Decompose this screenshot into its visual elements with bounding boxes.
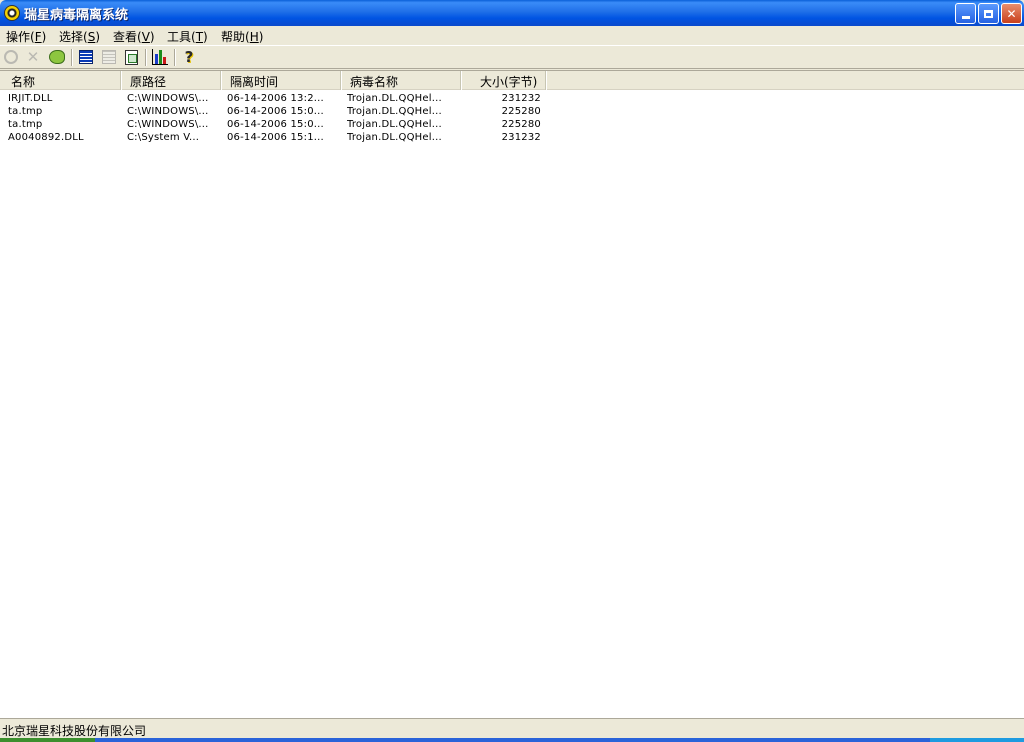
document-view-button[interactable] — [122, 48, 140, 66]
list-view-icon — [102, 50, 116, 64]
document-view-icon — [124, 49, 138, 65]
cell-path: C:\WINDOWS\... — [127, 119, 209, 130]
restore-file-icon — [49, 50, 65, 64]
menu-help-label: 帮助 — [221, 30, 246, 44]
cell-virus: Trojan.DL.QQHel... — [347, 119, 442, 130]
cell-name: IRJIT.DLL — [8, 93, 53, 104]
menu-operate-label: 操作 — [6, 30, 31, 44]
menu-operate-accel: F — [34, 30, 42, 44]
cell-size: 231232 — [501, 132, 541, 143]
menu-operate[interactable]: 操作(F) — [6, 28, 46, 45]
restore-circle-icon — [4, 50, 18, 64]
delete-x-icon: ✕ — [26, 47, 40, 66]
col-header-time[interactable]: 隔离时间 — [221, 71, 341, 90]
cell-size: 231232 — [501, 93, 541, 104]
menu-tools-accel: T — [195, 30, 204, 44]
toolbar: ✕ ? — [0, 45, 1024, 69]
menu-bar: 操作(F) 选择(S) 查看(V) 工具(T) 帮助(H) — [0, 26, 1024, 45]
minimize-button[interactable] — [955, 3, 976, 24]
details-view-icon — [79, 50, 93, 64]
help-button[interactable]: ? — [180, 48, 198, 66]
details-view-button[interactable] — [77, 48, 95, 66]
close-button[interactable]: ✕ — [1001, 3, 1022, 24]
menu-select-label: 选择 — [59, 30, 84, 44]
cell-virus: Trojan.DL.QQHel... — [347, 93, 442, 104]
help-icon: ? — [184, 47, 194, 66]
list-header: 名称 原路径 隔离时间 病毒名称 大小(字节) — [0, 71, 1024, 90]
toolbar-separator — [71, 49, 73, 66]
menu-view-accel: V — [141, 30, 150, 44]
menu-select[interactable]: 选择(S) — [59, 28, 100, 45]
statistics-button[interactable] — [151, 48, 169, 66]
list-view-button[interactable] — [100, 48, 118, 66]
quarantine-list[interactable]: 名称 原路径 隔离时间 病毒名称 大小(字节) IRJIT.DLL C:\WIN… — [0, 70, 1024, 718]
col-header-size[interactable]: 大小(字节) — [461, 71, 546, 90]
status-bar: 北京瑞星科技股份有限公司 — [0, 718, 1024, 738]
col-header-path[interactable]: 原路径 — [121, 71, 221, 90]
window-title: 瑞星病毒隔离系统 — [24, 8, 129, 23]
cell-virus: Trojan.DL.QQHel... — [347, 132, 442, 143]
minimize-icon — [961, 16, 970, 19]
cell-path: C:\WINDOWS\... — [127, 93, 209, 104]
cell-time: 06-14-2006 15:1... — [227, 132, 324, 143]
status-text: 北京瑞星科技股份有限公司 — [2, 724, 147, 738]
cell-name: ta.tmp — [8, 119, 43, 130]
app-icon[interactable] — [4, 5, 20, 21]
table-row[interactable]: A0040892.DLL C:\System V... 06-14-2006 1… — [0, 131, 1024, 144]
cell-time: 06-14-2006 15:0... — [227, 106, 324, 117]
cell-size: 225280 — [501, 106, 541, 117]
col-header-virus[interactable]: 病毒名称 — [341, 71, 461, 90]
cell-name: ta.tmp — [8, 106, 43, 117]
menu-help[interactable]: 帮助(H) — [221, 28, 263, 45]
menu-view[interactable]: 查看(V) — [113, 28, 155, 45]
cell-path: C:\System V... — [127, 132, 200, 143]
cell-time: 06-14-2006 15:0... — [227, 119, 324, 130]
taskbar-strip — [0, 738, 1024, 742]
restore-window-icon — [984, 9, 993, 18]
delete-button[interactable]: ✕ — [24, 48, 42, 66]
toolbar-separator — [145, 49, 147, 66]
cell-path: C:\WINDOWS\... — [127, 106, 209, 117]
title-bar[interactable]: 瑞星病毒隔离系统 ✕ — [0, 0, 1024, 26]
table-row[interactable]: ta.tmp C:\WINDOWS\... 06-14-2006 15:0...… — [0, 105, 1024, 118]
table-row[interactable]: ta.tmp C:\WINDOWS\... 06-14-2006 15:0...… — [0, 118, 1024, 131]
toolbar-separator — [174, 49, 176, 66]
menu-view-label: 查看 — [113, 30, 138, 44]
table-row[interactable]: IRJIT.DLL C:\WINDOWS\... 06-14-2006 13:2… — [0, 92, 1024, 105]
cell-time: 06-14-2006 13:2... — [227, 93, 324, 104]
cell-name: A0040892.DLL — [8, 132, 84, 143]
restore-file-button[interactable] — [48, 48, 66, 66]
close-icon: ✕ — [1006, 6, 1017, 21]
statistics-chart-icon — [152, 49, 168, 65]
menu-select-accel: S — [87, 30, 96, 44]
menu-tools[interactable]: 工具(T) — [167, 28, 208, 45]
cell-size: 225280 — [501, 119, 541, 130]
cell-virus: Trojan.DL.QQHel... — [347, 106, 442, 117]
app-window: 瑞星病毒隔离系统 ✕ 操作(F) 选择(S) 查看(V) 工具(T) 帮助(H)… — [0, 0, 1024, 742]
restore-window-button[interactable] — [978, 3, 999, 24]
menu-help-accel: H — [249, 30, 259, 44]
menu-tools-label: 工具 — [167, 30, 192, 44]
restore-button[interactable] — [2, 48, 20, 66]
col-header-name[interactable]: 名称 — [0, 71, 121, 90]
